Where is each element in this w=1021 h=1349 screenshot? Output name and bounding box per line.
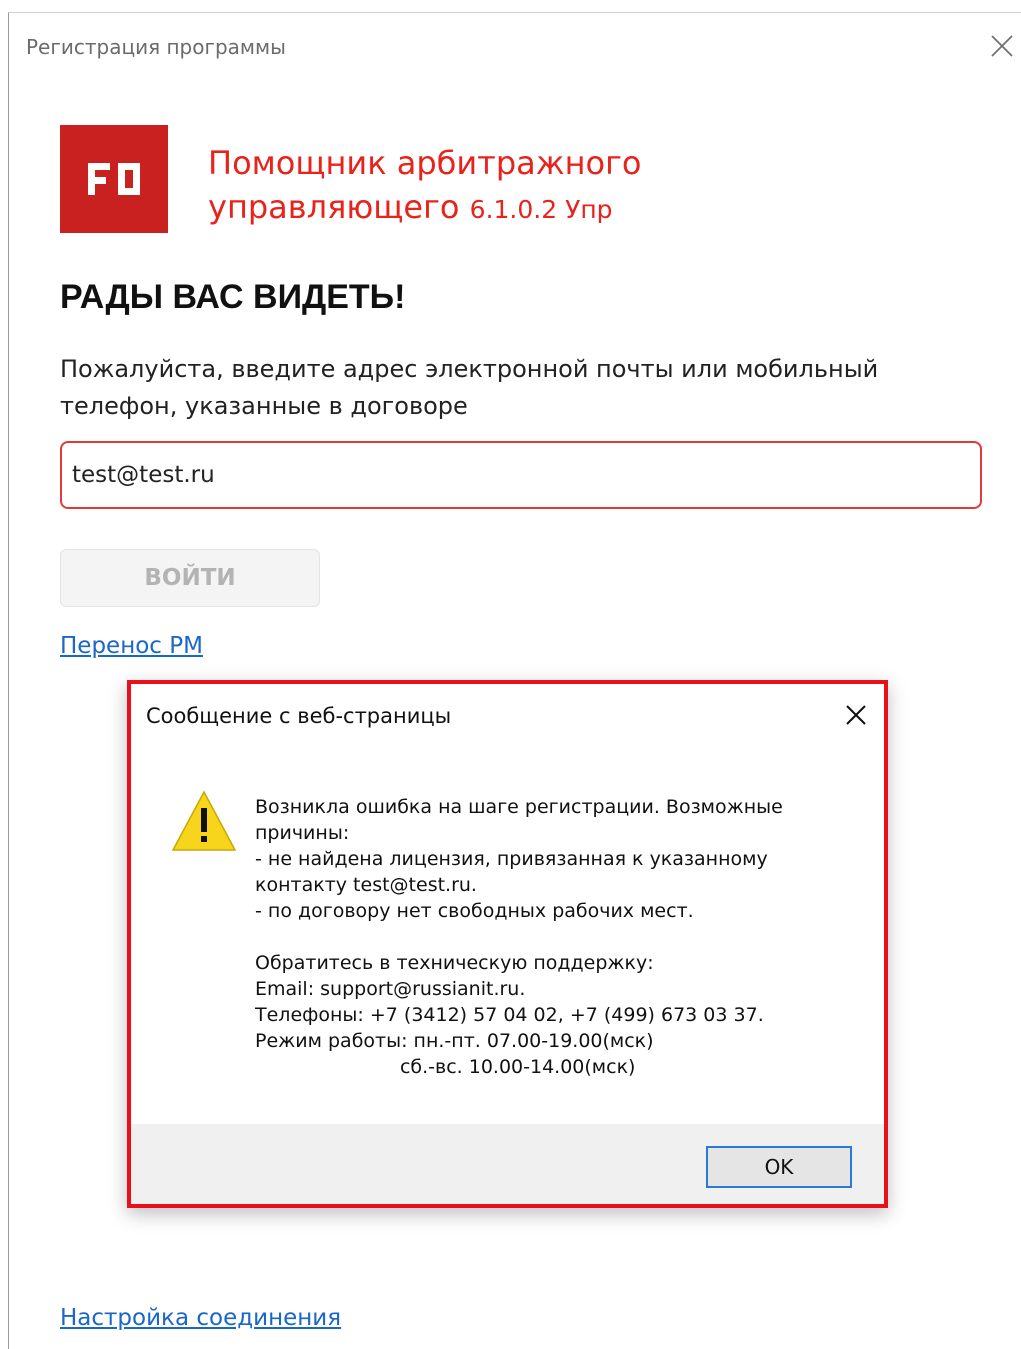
greeting-heading: РАДЫ ВАС ВИДЕТЬ! — [60, 278, 406, 316]
window-title: Регистрация программы — [26, 35, 286, 59]
warning-icon — [171, 790, 237, 852]
f1-logo-icon — [88, 163, 140, 195]
error-dialog: Сообщение с веб-страницы Возникла ошибка… — [127, 680, 888, 1208]
support-line: Режим работы: пн.-пт. 07.00-19.00(мск) — [255, 1030, 654, 1052]
dialog-message: Возникла ошибка на шаге регистрации. Воз… — [255, 794, 855, 1080]
message-line: причины: — [255, 822, 350, 844]
support-line: сб.-вс. 10.00-14.00(мск) — [255, 1056, 636, 1078]
connection-settings-link[interactable]: Настройка соединения — [60, 1305, 341, 1331]
app-version: 6.1.0.2 Упр — [469, 195, 613, 224]
transfer-rm-link[interactable]: Перенос РМ — [60, 633, 203, 659]
dialog-close-icon[interactable] — [843, 702, 869, 728]
support-line: Email: support@russianit.ru. — [255, 978, 526, 1000]
message-line: - по договору нет свободных рабочих мест… — [255, 900, 694, 922]
close-icon[interactable] — [987, 31, 1017, 61]
message-line: - не найдена лицензия, привязанная к ука… — [255, 848, 768, 870]
app-title-line2: управляющего — [208, 188, 460, 226]
login-prompt: Пожалуйста, введите адрес электронной по… — [60, 355, 879, 420]
message-line: Возникла ошибка на шаге регистрации. Воз… — [255, 796, 783, 818]
message-line: контакту test@test.ru. — [255, 874, 477, 896]
app-title-line1: Помощник арбитражного — [208, 144, 642, 182]
app-logo — [60, 125, 168, 233]
app-title: Помощник арбитражного управляющего 6.1.0… — [208, 141, 641, 232]
support-line: Телефоны: +7 (3412) 57 04 02, +7 (499) 6… — [255, 1004, 764, 1026]
message-gap — [255, 924, 855, 950]
support-line: Обратитесь в техническую поддержку: — [255, 952, 654, 974]
dialog-footer: OK — [131, 1124, 884, 1204]
email-phone-input[interactable] — [60, 441, 982, 509]
dialog-title: Сообщение с веб-страницы — [146, 704, 452, 728]
login-button[interactable]: ВОЙТИ — [60, 549, 320, 607]
ok-button[interactable]: OK — [706, 1146, 852, 1188]
